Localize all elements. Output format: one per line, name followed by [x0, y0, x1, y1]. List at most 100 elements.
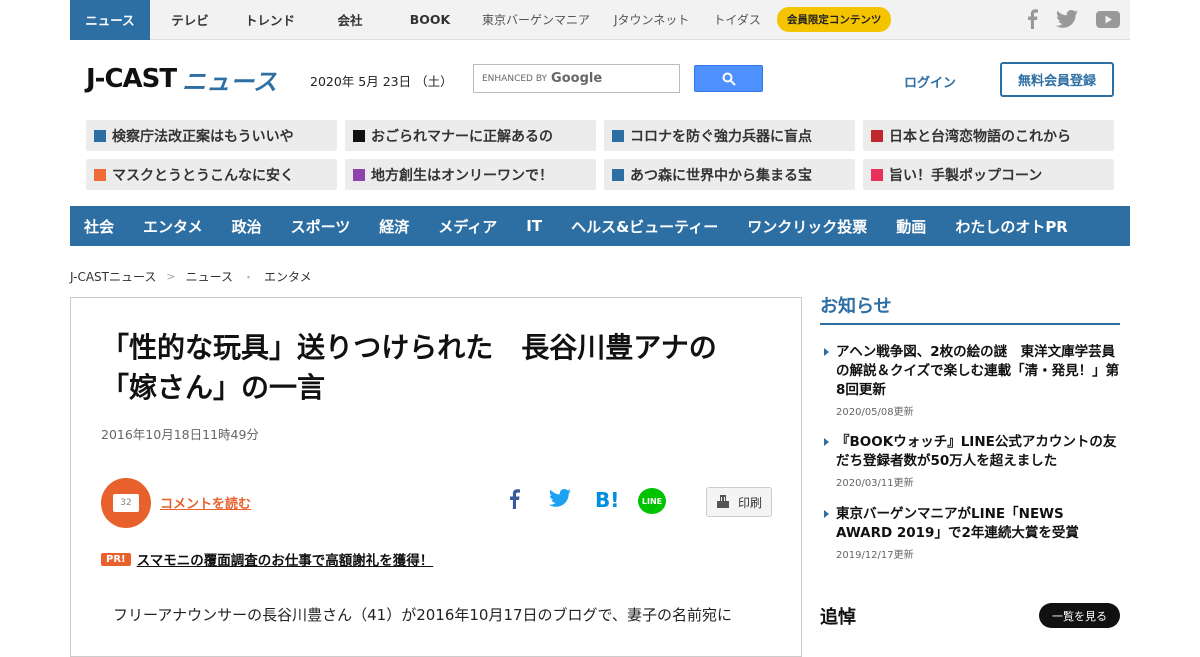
top-navigation: ニュース テレビ トレンド 会社 BOOK 東京バーゲンマニア Jタウンネット …: [70, 0, 1130, 40]
tab-tv[interactable]: テレビ: [150, 0, 230, 40]
topic-tag[interactable]: 日本と台湾恋物語のこれから: [863, 120, 1114, 151]
category-link[interactable]: エンタメ: [143, 216, 203, 237]
notice-item[interactable]: 東京バーゲンマニアがLINE「NEWS AWARD 2019」で2年連続大賞を受…: [822, 505, 1120, 561]
line-share-icon[interactable]: LINE: [638, 488, 666, 514]
article-headline: 「性的な玩具」送りつけられた 長谷川豊アナの 「嫁さん」の一言: [101, 328, 781, 408]
facebook-icon[interactable]: [1026, 9, 1038, 33]
notice-date: 2019/12/17更新: [836, 550, 914, 561]
topic-tag[interactable]: あつ森に世界中から集まる宝: [604, 159, 855, 190]
topic-color-marker: [94, 168, 106, 181]
search-input[interactable]: ENHANCED BY Google: [473, 64, 680, 93]
topic-label: 検察庁法改正案はもういいや: [112, 128, 294, 145]
topic-color-marker: [94, 129, 106, 142]
topic-label: マスクとうとうこんなに安く: [112, 167, 294, 184]
search-button[interactable]: [694, 65, 763, 92]
topic-label: あつ森に世界中から集まる宝: [630, 167, 812, 184]
breadcrumb-entame[interactable]: エンタメ: [264, 268, 312, 285]
current-date: 2020年 5月 23日 （土）: [310, 74, 453, 89]
article-card: 「性的な玩具」送りつけられた 長谷川豊アナの 「嫁さん」の一言 2016年10月…: [70, 297, 802, 657]
notices-divider: [820, 323, 1120, 325]
category-link[interactable]: わたしのオトPR: [955, 216, 1068, 237]
category-navigation: 社会 エンタメ 政治 スポーツ 経済 メディア IT ヘルス&ビューティー ワンクリック投票 動画…: [70, 206, 1130, 246]
topic-color-marker: [871, 129, 883, 142]
topic-tag[interactable]: 地方創生はオンリーワンで！: [345, 159, 596, 190]
tab-trend[interactable]: トレンド: [230, 0, 310, 40]
search-prefix: ENHANCED BY: [482, 73, 548, 84]
print-label: 印刷: [737, 495, 762, 510]
social-links: [1026, 9, 1120, 33]
tab-book[interactable]: BOOK: [390, 0, 470, 40]
topic-label: 旨い！手製ポップコーン: [889, 167, 1043, 184]
site-logo[interactable]: J-CAST ニュース: [86, 58, 277, 100]
site-link-toidas[interactable]: トイダス: [701, 0, 773, 40]
category-link[interactable]: 社会: [84, 216, 114, 237]
read-comments-link[interactable]: コメントを読む: [160, 493, 251, 512]
topic-tag[interactable]: おごられマナーに正解あるの: [345, 120, 596, 151]
topic-tag[interactable]: マスクとうとうこんなに安く: [86, 159, 337, 190]
search-icon: [722, 72, 736, 86]
notices-title: お知らせ: [820, 296, 892, 317]
memorial-section-title: 追悼: [820, 607, 856, 628]
article-lead: フリーアナウンサーの長谷川豊さん（41）が2016年10月17日のブログで、妻子…: [113, 606, 732, 624]
notice-date: 2020/05/08更新: [836, 407, 914, 418]
headline-line-1: 「性的な玩具」送りつけられた 長谷川豊アナの: [101, 331, 717, 364]
topic-label: 地方創生はオンリーワンで！: [371, 167, 553, 184]
topic-color-marker: [353, 168, 365, 181]
category-link[interactable]: 動画: [896, 216, 926, 237]
register-button[interactable]: 無料会員登録: [1000, 62, 1114, 97]
site-link-bargain[interactable]: 東京バーゲンマニア: [470, 0, 602, 40]
headline-line-2: 「嫁さん」の一言: [101, 371, 326, 404]
search-brand: Google: [551, 71, 603, 86]
topic-color-marker: [871, 168, 883, 181]
tab-news[interactable]: ニュース: [70, 0, 150, 40]
notice-item[interactable]: 『BOOKウォッチ』LINE公式アカウントの友だち登録者数が50万人を超えました…: [822, 433, 1120, 489]
topic-tag[interactable]: 旨い！手製ポップコーン: [863, 159, 1114, 190]
topic-color-marker: [353, 129, 365, 142]
pr-ad[interactable]: PR! スマモニの覆面調査のお仕事で高額謝礼を獲得！: [101, 549, 433, 569]
category-link[interactable]: ヘルス&ビューティー: [571, 216, 718, 237]
category-link[interactable]: ワンクリック投票: [747, 216, 867, 237]
see-all-button[interactable]: 一覧を見る: [1039, 603, 1120, 628]
topic-tag[interactable]: 検察庁法改正案はもういいや: [86, 120, 337, 151]
topic-color-marker: [612, 168, 624, 181]
notice-title[interactable]: 『BOOKウォッチ』LINE公式アカウントの友だち登録者数が50万人を超えました: [822, 433, 1120, 471]
breadcrumb: J-CASTニュース > ニュース ・ エンタメ: [70, 268, 312, 285]
twitter-icon[interactable]: [1056, 10, 1078, 32]
twitter-share-icon[interactable]: [549, 488, 571, 512]
print-button[interactable]: 印刷: [706, 487, 772, 517]
topic-label: 日本と台湾恋物語のこれから: [889, 128, 1071, 145]
topic-label: コロナを防ぐ強力兵器に盲点: [630, 128, 812, 145]
print-icon: [716, 495, 729, 508]
hatena-bookmark-icon[interactable]: B!: [595, 488, 619, 512]
logo-main: J-CAST: [86, 64, 177, 94]
facebook-share-icon[interactable]: [508, 488, 520, 515]
breadcrumb-home[interactable]: J-CASTニュース: [70, 268, 156, 285]
topic-tag[interactable]: コロナを防ぐ強力兵器に盲点: [604, 120, 855, 151]
notice-title[interactable]: 東京バーゲンマニアがLINE「NEWS AWARD 2019」で2年連続大賞を受…: [822, 505, 1120, 543]
category-link[interactable]: 政治: [232, 216, 262, 237]
topic-tags: 検察庁法改正案はもういいや おごられマナーに正解あるの コロナを防ぐ強力兵器に盲点 日…: [86, 120, 1116, 190]
article-date: 2016年10月18日11時49分: [101, 427, 259, 442]
notice-date: 2020/03/11更新: [836, 478, 914, 489]
comment-count: 32: [113, 494, 139, 512]
category-link[interactable]: メディア: [438, 216, 497, 237]
login-link[interactable]: ログイン: [904, 72, 956, 91]
pr-badge: PR!: [101, 552, 131, 566]
topic-label: おごられマナーに正解あるの: [371, 128, 553, 145]
notice-item[interactable]: アヘン戦争図、2枚の絵の謎 東洋文庫学芸員の解説＆クイズで楽しむ連載「清・発見！…: [822, 343, 1120, 418]
tab-company[interactable]: 会社: [310, 0, 390, 40]
dot-separator-icon: ・: [243, 270, 255, 284]
chevron-right-icon: >: [166, 270, 176, 283]
category-link[interactable]: スポーツ: [291, 216, 351, 237]
category-link[interactable]: 経済: [379, 216, 409, 237]
pr-link[interactable]: スマモニの覆面調査のお仕事で高額謝礼を獲得！: [137, 549, 434, 569]
logo-sub: ニュース: [182, 67, 277, 96]
breadcrumb-news[interactable]: ニュース: [186, 268, 233, 285]
category-link[interactable]: IT: [526, 217, 542, 235]
topic-color-marker: [612, 129, 624, 142]
site-link-jtown[interactable]: Jタウンネット: [602, 0, 701, 40]
premium-content-button[interactable]: 会員限定コンテンツ: [776, 7, 892, 32]
notice-title[interactable]: アヘン戦争図、2枚の絵の謎 東洋文庫学芸員の解説＆クイズで楽しむ連載「清・発見！…: [822, 343, 1120, 400]
youtube-icon[interactable]: [1096, 10, 1120, 32]
comment-icon[interactable]: 32: [101, 478, 151, 528]
